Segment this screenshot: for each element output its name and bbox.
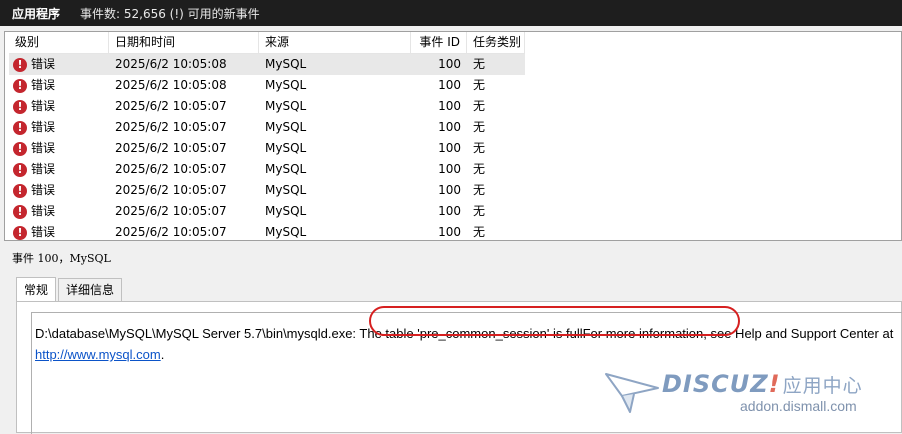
paper-plane-icon xyxy=(605,373,659,413)
column-header-event-id[interactable]: 事件 ID xyxy=(411,32,467,53)
category-cell: 无 xyxy=(473,57,486,71)
event-list[interactable]: 级别 日期和时间 来源 事件 ID 任务类别 ! 错误 2025/6/2 10:05… xyxy=(4,31,902,241)
category-cell: 无 xyxy=(473,225,486,239)
datetime-cell: 2025/6/2 10:05:07 xyxy=(115,141,227,155)
level-cell: ! 错误 xyxy=(9,75,109,96)
source-cell: MySQL xyxy=(265,204,307,218)
level-cell: ! 错误 xyxy=(9,180,109,201)
message-text: D:\database\MySQL\MySQL Server 5.7\bin\m… xyxy=(35,326,894,341)
category-cell: 无 xyxy=(473,99,486,113)
source-cell: MySQL xyxy=(265,162,307,176)
category-cell: 无 xyxy=(473,120,486,134)
message-suffix: . xyxy=(160,347,165,362)
level-label: 错误 xyxy=(31,57,56,71)
table-row[interactable]: ! 错误 2025/6/2 10:05:08 MySQL 100 无 xyxy=(9,75,525,96)
source-cell: MySQL xyxy=(265,99,307,113)
level-cell: ! 错误 xyxy=(9,117,109,138)
category-cell: 无 xyxy=(473,204,486,218)
level-label: 错误 xyxy=(31,120,56,134)
source-cell: MySQL xyxy=(265,120,307,134)
level-label: 错误 xyxy=(31,141,56,155)
column-header-category[interactable]: 任务类别 xyxy=(467,32,525,53)
category-cell: 无 xyxy=(473,78,486,92)
list-header: 级别 日期和时间 来源 事件 ID 任务类别 xyxy=(9,32,525,54)
event-id-cell: 100 xyxy=(438,78,461,92)
watermark-brand: DISCUZ! 应用中心 xyxy=(662,370,863,398)
tab-general[interactable]: 常规 xyxy=(16,277,57,302)
event-id-cell: 100 xyxy=(438,204,461,218)
event-detail-title: 事件 100，MySQL xyxy=(12,252,111,265)
error-icon: ! xyxy=(13,225,27,240)
table-row[interactable]: ! 错误 2025/6/2 10:05:07 MySQL 100 无 xyxy=(9,96,525,117)
watermark-subtitle: addon.dismall.com xyxy=(740,398,857,414)
level-cell: ! 错误 xyxy=(9,54,109,75)
datetime-cell: 2025/6/2 10:05:07 xyxy=(115,162,227,176)
datetime-cell: 2025/6/2 10:05:08 xyxy=(115,57,227,71)
mysql-link[interactable]: http://www.mysql.com xyxy=(35,347,161,362)
discuz-watermark: DISCUZ! 应用中心 addon.dismall.com xyxy=(604,370,894,420)
error-icon: ! xyxy=(13,183,27,198)
datetime-cell: 2025/6/2 10:05:07 xyxy=(115,183,227,197)
event-id-cell: 100 xyxy=(438,225,461,239)
error-icon: ! xyxy=(13,204,27,219)
event-count: 事件数: 52,656 (!) 可用的新事件 xyxy=(80,6,260,21)
event-id-cell: 100 xyxy=(438,162,461,176)
event-id-cell: 100 xyxy=(438,99,461,113)
title-bar: 应用程序 事件数: 52,656 (!) 可用的新事件 xyxy=(0,0,902,26)
event-id-cell: 100 xyxy=(438,141,461,155)
table-row[interactable]: ! 错误 2025/6/2 10:05:07 MySQL 100 无 xyxy=(9,222,525,240)
table-row[interactable]: ! 错误 2025/6/2 10:05:08 MySQL 100 无 xyxy=(9,54,525,75)
level-cell: ! 错误 xyxy=(9,159,109,180)
table-row[interactable]: ! 错误 2025/6/2 10:05:07 MySQL 100 无 xyxy=(9,201,525,222)
column-header-source[interactable]: 来源 xyxy=(259,32,411,53)
category-cell: 无 xyxy=(473,141,486,155)
level-label: 错误 xyxy=(31,204,56,218)
source-cell: MySQL xyxy=(265,225,307,239)
level-cell: ! 错误 xyxy=(9,138,109,159)
category-cell: 无 xyxy=(473,162,486,176)
source-cell: MySQL xyxy=(265,57,307,71)
tab-details[interactable]: 详细信息 xyxy=(58,278,123,301)
error-icon: ! xyxy=(13,78,27,93)
source-cell: MySQL xyxy=(265,183,307,197)
error-icon: ! xyxy=(13,120,27,135)
event-id-cell: 100 xyxy=(438,57,461,71)
datetime-cell: 2025/6/2 10:05:07 xyxy=(115,225,227,239)
level-label: 错误 xyxy=(31,225,56,239)
table-row[interactable]: ! 错误 2025/6/2 10:05:07 MySQL 100 无 xyxy=(9,159,525,180)
table-row[interactable]: ! 错误 2025/6/2 10:05:07 MySQL 100 无 xyxy=(9,117,525,138)
datetime-cell: 2025/6/2 10:05:07 xyxy=(115,99,227,113)
event-rows: ! 错误 2025/6/2 10:05:08 MySQL 100 无! 错误 2025/6/2… xyxy=(9,54,525,240)
level-cell: ! 错误 xyxy=(9,222,109,240)
datetime-cell: 2025/6/2 10:05:08 xyxy=(115,78,227,92)
table-row[interactable]: ! 错误 2025/6/2 10:05:07 MySQL 100 无 xyxy=(9,180,525,201)
level-label: 错误 xyxy=(31,183,56,197)
table-row[interactable]: ! 错误 2025/6/2 10:05:07 MySQL 100 无 xyxy=(9,138,525,159)
error-icon: ! xyxy=(13,141,27,156)
datetime-cell: 2025/6/2 10:05:07 xyxy=(115,120,227,134)
event-id-cell: 100 xyxy=(438,120,461,134)
category-cell: 无 xyxy=(473,183,486,197)
error-icon: ! xyxy=(13,162,27,177)
column-header-level[interactable]: 级别 xyxy=(9,32,109,53)
error-icon: ! xyxy=(13,99,27,114)
event-id-cell: 100 xyxy=(438,183,461,197)
level-label: 错误 xyxy=(31,162,56,176)
level-label: 错误 xyxy=(31,99,56,113)
datetime-cell: 2025/6/2 10:05:07 xyxy=(115,204,227,218)
level-cell: ! 错误 xyxy=(9,96,109,117)
column-header-datetime[interactable]: 日期和时间 xyxy=(109,32,259,53)
source-cell: MySQL xyxy=(265,141,307,155)
detail-tabs: 常规 详细信息 xyxy=(16,277,124,302)
source-cell: MySQL xyxy=(265,78,307,92)
level-label: 错误 xyxy=(31,78,56,92)
app-name: 应用程序 xyxy=(12,6,61,21)
error-icon: ! xyxy=(13,57,27,72)
level-cell: ! 错误 xyxy=(9,201,109,222)
